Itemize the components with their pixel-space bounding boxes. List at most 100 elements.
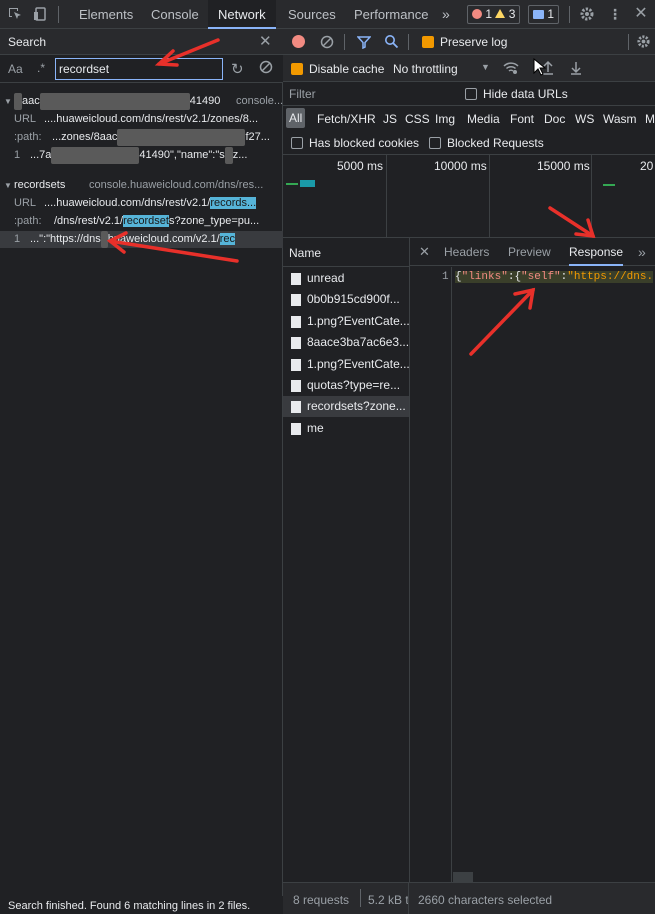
result-line-selected[interactable]: 1 ...":"https://dnsxhuaweicloud.com/v2.1… — [0, 231, 283, 248]
regex-toggle[interactable]: .* — [37, 61, 45, 75]
network-toolbar: Preserve log — [283, 29, 655, 55]
result-file-row[interactable]: ▼ recordsets console.huaweicloud.com/dns… — [0, 177, 283, 194]
search-status-text: Search finished. Found 6 matching lines … — [8, 900, 251, 912]
hide-data-urls-label: Hide data URLs — [483, 87, 568, 101]
type-doc[interactable]: Doc — [544, 108, 565, 130]
tab-response[interactable]: Response — [569, 238, 624, 266]
mouse-cursor-icon — [533, 58, 547, 76]
type-js[interactable]: JS — [383, 108, 397, 130]
divider — [344, 34, 345, 50]
disable-cache-checkbox[interactable] — [291, 63, 303, 75]
type-media[interactable]: Media — [467, 108, 500, 130]
request-row[interactable]: 0b0b915cd900f... — [283, 289, 409, 310]
type-css[interactable]: CSS — [405, 108, 430, 130]
more-detail-tabs-icon[interactable]: » — [638, 238, 646, 266]
timeline-bar — [300, 180, 315, 187]
close-detail-icon[interactable]: ✕ — [419, 244, 430, 260]
preserve-log-checkbox[interactable] — [422, 36, 434, 48]
line-text: /dns/rest/v2.1/recordsets?zone_type=pu..… — [54, 215, 260, 227]
inspect-element-icon[interactable] — [7, 6, 23, 22]
throttling-select[interactable]: No throttling — [393, 62, 458, 76]
has-blocked-cookies-checkbox[interactable] — [291, 137, 303, 149]
type-ws[interactable]: WS — [575, 108, 594, 130]
tab-preview[interactable]: Preview — [508, 238, 551, 266]
network-conditions-icon[interactable] — [503, 61, 519, 78]
tab-elements[interactable]: Elements — [69, 0, 143, 29]
clear-log-icon[interactable] — [320, 35, 334, 52]
result-line[interactable]: URL ....huaweicloud.com/dns/rest/v2.1/zo… — [0, 111, 283, 128]
result-line[interactable]: URL ....huaweicloud.com/dns/rest/v2.1/re… — [0, 195, 283, 212]
type-manifest[interactable]: M — [645, 108, 655, 130]
result-file-row[interactable]: ▼ 8aacx41490 console... — [0, 93, 283, 110]
refresh-icon[interactable]: ↻ — [231, 60, 244, 78]
hide-data-urls-checkbox[interactable] — [465, 88, 477, 100]
type-img[interactable]: Img — [435, 108, 455, 130]
request-detail-pane: ✕ Headers Preview Response » 1 {"links":… — [410, 238, 655, 882]
horizontal-scrollbar[interactable] — [453, 872, 473, 882]
type-font[interactable]: Font — [510, 108, 534, 130]
type-all[interactable]: All — [286, 108, 306, 128]
result-line[interactable]: 1 ...7ax41490","name":"sxz... — [0, 147, 283, 164]
blocked-filter-row: Has blocked cookies Blocked Requests — [283, 132, 655, 155]
issues-badge[interactable]: 1 3 — [467, 5, 521, 24]
tab-console[interactable]: Console — [141, 0, 209, 29]
characters-selected: 2660 characters selected — [418, 893, 553, 907]
error-icon — [472, 9, 482, 19]
request-row[interactable]: 1.png?EventCate... — [283, 311, 409, 332]
request-row[interactable]: 1.png?EventCate... — [283, 354, 409, 375]
network-settings-gear-icon[interactable] — [636, 34, 651, 52]
dropdown-arrow-icon[interactable]: ▼ — [481, 62, 490, 72]
timeline-bar — [603, 184, 615, 186]
type-fetch-xhr[interactable]: Fetch/XHR — [317, 108, 376, 130]
match-case-toggle[interactable]: Aa — [8, 62, 23, 76]
error-count: 1 — [485, 7, 493, 21]
timeline-label: 5000 ms — [337, 159, 384, 173]
close-devtools-icon[interactable]: ✕ — [633, 6, 649, 22]
blocked-requests-checkbox[interactable] — [429, 137, 441, 149]
result-line[interactable]: :path: /dns/rest/v2.1/recordsets?zone_ty… — [0, 213, 283, 230]
filter-input[interactable]: Filter — [285, 84, 455, 104]
export-har-icon[interactable] — [570, 60, 582, 78]
more-tabs-button[interactable]: » — [432, 0, 460, 29]
expand-triangle-icon: ▼ — [4, 181, 12, 190]
device-toolbar-icon[interactable] — [33, 6, 49, 22]
preserve-log-label: Preserve log — [440, 35, 508, 49]
file-icon — [291, 273, 301, 285]
overview-timeline[interactable]: 5000 ms 10000 ms 15000 ms 20 — [283, 155, 655, 238]
tab-performance[interactable]: Performance — [344, 0, 438, 29]
divider — [360, 889, 361, 907]
tab-network[interactable]: Network — [208, 0, 276, 29]
kebab-menu-icon[interactable]: ⋮ — [607, 6, 623, 22]
result-file-origin: console.huaweicloud.com/dns/res... — [89, 179, 264, 191]
settings-gear-icon[interactable] — [579, 6, 595, 22]
line-text: ...7ax41490","name":"sxz... — [30, 147, 247, 164]
request-row[interactable]: quotas?type=re... — [283, 375, 409, 396]
result-line[interactable]: :path: ...zones/8aacxf27... — [0, 129, 283, 146]
warning-icon — [495, 9, 506, 18]
request-row[interactable]: 8aace3ba7ac6e3... — [283, 332, 409, 353]
response-code-line[interactable]: {"links":{"self":"https://dns. — [455, 271, 654, 283]
timeline-label: 10000 ms — [434, 159, 487, 173]
name-column-header[interactable]: Name — [283, 238, 409, 267]
transferred-size: 5.2 kB t — [368, 893, 409, 907]
search-icon[interactable] — [384, 34, 399, 52]
record-icon[interactable] — [292, 35, 305, 48]
request-row-selected[interactable]: recordsets?zone... — [283, 396, 409, 417]
search-title: Search — [8, 35, 47, 49]
line-text: ...zones/8aacxf27... — [52, 129, 270, 146]
message-count: 1 — [547, 7, 555, 21]
file-icon — [291, 401, 301, 413]
request-row[interactable]: me — [283, 418, 409, 439]
type-wasm[interactable]: Wasm — [603, 108, 637, 130]
tab-sources[interactable]: Sources — [278, 0, 346, 29]
search-input[interactable]: recordset — [55, 58, 223, 80]
tab-headers[interactable]: Headers — [444, 238, 489, 266]
clear-icon[interactable] — [259, 60, 273, 77]
network-toolbar-2: Disable cache No throttling ▼ — [283, 55, 655, 82]
close-search-icon[interactable]: ✕ — [259, 32, 272, 50]
filter-funnel-icon[interactable] — [356, 35, 372, 52]
line-key: 1 — [14, 149, 21, 161]
messages-badge[interactable]: 1 — [528, 5, 560, 24]
type-filter-row: All Fetch/XHR JS CSS Img Media Font Doc … — [283, 106, 655, 132]
request-row[interactable]: unread — [283, 268, 409, 289]
